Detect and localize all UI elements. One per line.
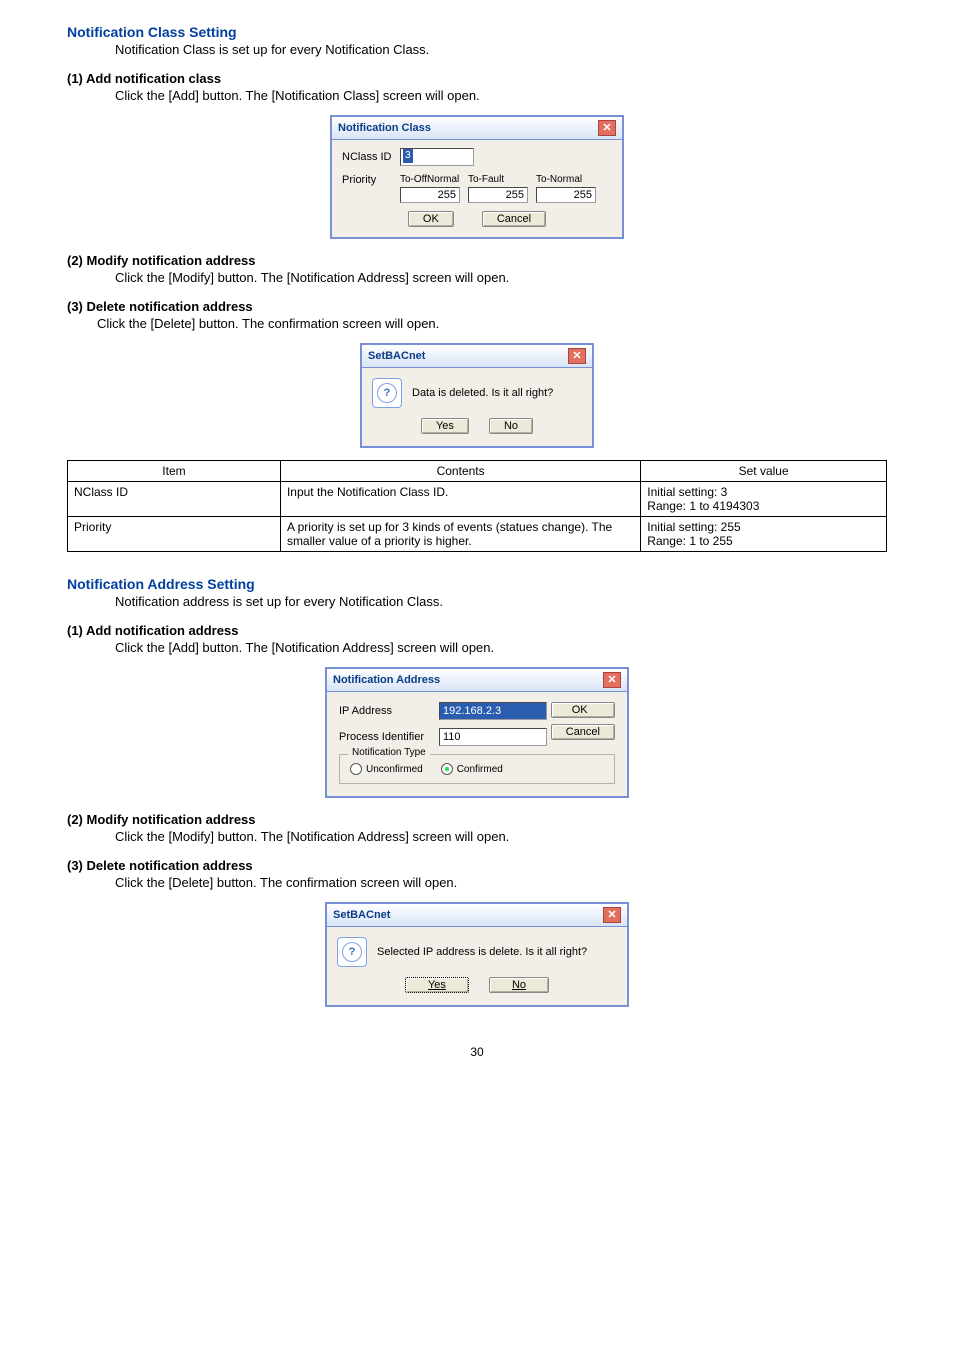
question-icon: ? <box>337 937 367 967</box>
cell-contents: Input the Notification Class ID. <box>280 482 640 517</box>
close-icon[interactable]: ✕ <box>598 120 616 136</box>
heading-delete-naddr-2: (3) Delete notification address <box>67 858 887 873</box>
page-number: 30 <box>67 1045 887 1059</box>
priority-col-normal: To-Normal <box>536 174 582 185</box>
desc-add-naddr: Click the [Add] button. The [Notificatio… <box>115 640 887 655</box>
th-setvalue: Set value <box>641 461 887 482</box>
no-button[interactable]: No <box>489 418 533 434</box>
nclass-id-label: NClass ID <box>342 151 400 163</box>
radio-confirmed[interactable]: Confirmed <box>441 763 503 775</box>
no-button[interactable]: No <box>489 977 549 993</box>
table-row: Priority A priority is set up for 3 kind… <box>68 517 887 552</box>
dialog-title: Notification Address <box>333 674 440 686</box>
desc-modify-naddr-2: Click the [Modify] button. The [Notifica… <box>115 829 887 844</box>
heading-nclass-setting: Notification Class Setting <box>67 24 887 40</box>
process-id-input[interactable]: 110 <box>439 728 547 746</box>
heading-naddr-setting: Notification Address Setting <box>67 576 887 592</box>
heading-modify-naddr-2: (2) Modify notification address <box>67 812 887 827</box>
heading-modify-naddr-1: (2) Modify notification address <box>67 253 887 268</box>
heading-add-naddr: (1) Add notification address <box>67 623 887 638</box>
confirm-title: SetBACnet <box>368 350 425 362</box>
priority-col-fault: To-Fault <box>468 174 504 185</box>
cell-contents: A priority is set up for 3 kinds of even… <box>280 517 640 552</box>
cell-setvalue: Initial setting: 3 Range: 1 to 4194303 <box>641 482 887 517</box>
ip-address-input[interactable]: 192.168.2.3 <box>439 702 547 720</box>
th-contents: Contents <box>280 461 640 482</box>
process-id-label: Process Identifier <box>339 731 439 743</box>
th-item: Item <box>68 461 281 482</box>
close-icon[interactable]: ✕ <box>603 907 621 923</box>
desc-nclass-setting: Notification Class is set up for every N… <box>115 42 887 57</box>
priority-offnormal-input[interactable]: 255 <box>400 187 460 203</box>
priority-col-offnormal: To-OffNormal <box>400 174 459 185</box>
desc-delete-naddr-1: Click the [Delete] button. The confirmat… <box>97 316 887 331</box>
cell-setvalue: Initial setting: 255 Range: 1 to 255 <box>641 517 887 552</box>
priority-fault-input[interactable]: 255 <box>468 187 528 203</box>
ip-address-label: IP Address <box>339 705 439 717</box>
ok-button[interactable]: OK <box>408 211 454 227</box>
dialog-confirm-delete-ip: SetBACnet ✕ ? Selected IP address is del… <box>325 902 629 1007</box>
confirm-message: Selected IP address is delete. Is it all… <box>377 946 587 958</box>
confirm-message: Data is deleted. Is it all right? <box>412 387 553 399</box>
priority-label: Priority <box>342 174 400 186</box>
heading-add-nclass: (1) Add notification class <box>67 71 887 86</box>
yes-button[interactable]: Yes <box>421 418 469 434</box>
cancel-button[interactable]: Cancel <box>551 724 615 740</box>
desc-naddr-setting: Notification address is set up for every… <box>115 594 887 609</box>
dialog-notification-class: Notification Class ✕ NClass ID 3 Priorit… <box>330 115 624 239</box>
desc-add-nclass: Click the [Add] button. The [Notificatio… <box>115 88 887 103</box>
notification-type-group: Notification Type Unconfirmed Confirmed <box>339 754 615 784</box>
ok-button[interactable]: OK <box>551 702 615 718</box>
question-icon: ? <box>372 378 402 408</box>
close-icon[interactable]: ✕ <box>603 672 621 688</box>
desc-delete-naddr-2: Click the [Delete] button. The confirmat… <box>115 875 887 890</box>
close-icon[interactable]: ✕ <box>568 348 586 364</box>
cancel-button[interactable]: Cancel <box>482 211 546 227</box>
heading-delete-naddr-1: (3) Delete notification address <box>67 299 887 314</box>
desc-modify-naddr-1: Click the [Modify] button. The [Notifica… <box>115 270 887 285</box>
nclass-id-input[interactable]: 3 <box>400 148 474 166</box>
priority-normal-input[interactable]: 255 <box>536 187 596 203</box>
parameter-table: Item Contents Set value NClass ID Input … <box>67 460 887 552</box>
dialog-title: Notification Class <box>338 122 431 134</box>
dialog-notification-address: Notification Address ✕ IP Address 192.16… <box>325 667 629 798</box>
dialog-confirm-delete-data: SetBACnet ✕ ? Data is deleted. Is it all… <box>360 343 594 448</box>
yes-button[interactable]: Yes <box>405 977 469 993</box>
group-label: Notification Type <box>348 747 430 758</box>
table-row: NClass ID Input the Notification Class I… <box>68 482 887 517</box>
cell-item: NClass ID <box>68 482 281 517</box>
radio-unconfirmed[interactable]: Unconfirmed <box>350 763 423 775</box>
cell-item: Priority <box>68 517 281 552</box>
confirm-title: SetBACnet <box>333 909 390 921</box>
